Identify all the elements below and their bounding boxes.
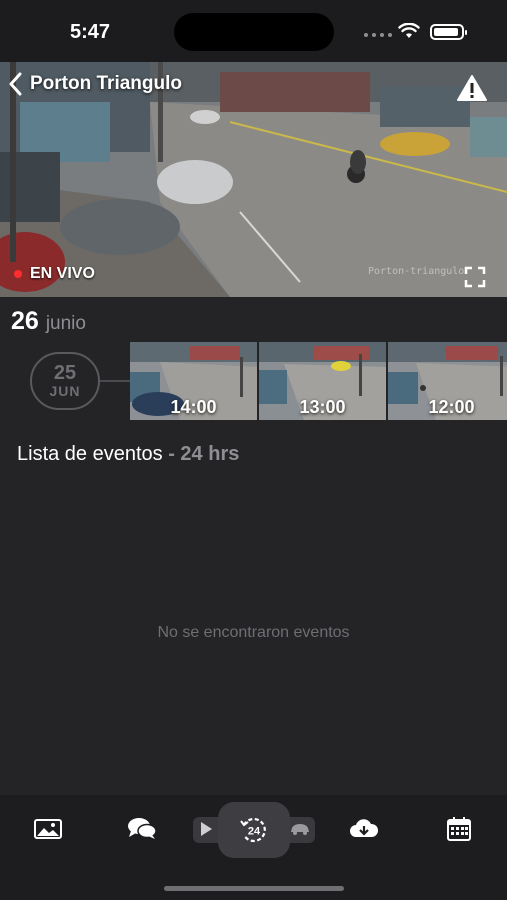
fullscreen-icon[interactable] [464,266,486,288]
thumbnail-item[interactable]: 14:00 [130,342,257,420]
cloud-download-icon [350,819,379,837]
tab-gallery[interactable] [28,815,68,843]
car-icon [291,824,309,835]
battery-icon [430,24,467,40]
previous-day-month: JUN [49,383,81,399]
status-time: 5:47 [70,21,111,43]
hourly-thumbnails: 14:00 13:00 12:00 [130,342,507,420]
home-indicator [164,886,344,891]
live-video-player[interactable]: Porton Triangulo EN VIVO Porton-triangul… [0,62,507,297]
live-indicator: EN VIVO [14,265,95,283]
camera-watermark: Porton-triangulo [368,266,465,277]
calendar-icon [447,817,471,841]
back-button[interactable]: Porton Triangulo [8,72,182,96]
status-bar: 5:47 [0,0,507,62]
bottom-toolbar: 24 [0,795,507,900]
svg-text:24: 24 [248,826,261,838]
wifi-icon [398,23,420,38]
warning-icon[interactable] [456,74,488,102]
play-icon [201,822,212,836]
thumbnail-time: 12:00 [428,397,475,417]
date-heading: 26 junio [11,307,86,336]
live-dot [14,270,22,278]
dynamic-island [174,13,334,51]
24-hours-icon: 24 [240,817,266,843]
thumbnail-item[interactable]: 13:00 [259,342,386,420]
events-range: - 24 hrs [168,443,240,465]
chat-icon [128,818,157,839]
live-label: EN VIVO [30,265,95,282]
events-heading: Lista de eventos - 24 hrs [17,443,239,466]
timeline-connector [100,380,130,382]
tab-calendar[interactable] [439,815,479,843]
empty-events-message: No se encontraron eventos [157,624,350,641]
thumbnail-time: 13:00 [299,397,346,417]
date-day: 26 [11,307,39,335]
thumbnail-item[interactable]: 12:00 [388,342,507,420]
events-title: Lista de eventos [17,443,163,465]
chevron-left-icon [9,72,22,96]
tab-cloud-download[interactable] [344,815,384,843]
cellular-signal-icon [364,33,392,37]
previous-day-button[interactable]: 25 JUN [30,352,100,410]
tab-car[interactable] [280,815,320,843]
camera-title: Porton Triangulo [30,73,182,94]
date-month: junio [45,313,86,334]
tab-chat[interactable] [122,815,162,843]
thumbnail-time: 14:00 [170,397,217,417]
camera-feed-image [0,62,507,297]
gallery-icon [34,819,62,839]
previous-day-number: 25 [53,362,77,384]
